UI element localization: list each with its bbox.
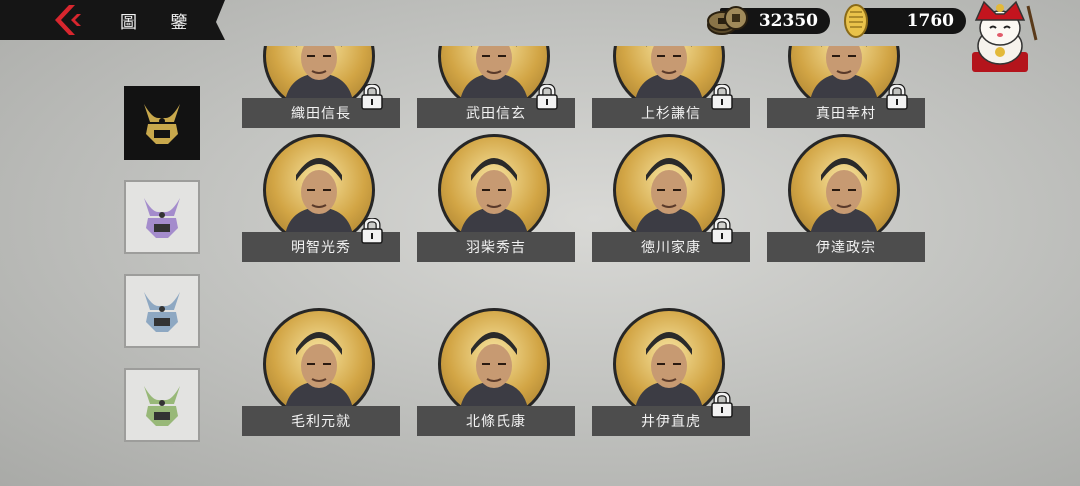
tab-purple[interactable] — [124, 180, 200, 254]
warlord-card[interactable]: 織田信長 — [242, 46, 400, 128]
warlord-card[interactable]: 毛利元就 — [242, 308, 400, 436]
page-title: 圖 鑒 — [120, 13, 202, 33]
warlord-card[interactable]: 徳川家康 — [592, 134, 750, 262]
warlord-portrait — [613, 308, 725, 420]
lock-icon — [711, 84, 733, 110]
warlord-card[interactable]: 真田幸村 — [767, 46, 925, 128]
warlord-portrait — [263, 134, 375, 246]
gold-koban-icon — [844, 4, 868, 38]
warlord-card[interactable]: 北條氏康 — [417, 308, 575, 436]
tab-gold[interactable] — [124, 86, 200, 160]
lock-icon — [711, 392, 733, 418]
warlord-portrait — [438, 308, 550, 420]
kabuto-helmet-blue-icon — [144, 292, 180, 332]
warlord-card[interactable]: 羽柴秀吉 — [417, 134, 575, 262]
gold-amount: 1760 — [906, 11, 954, 31]
lock-icon — [711, 218, 733, 244]
kabuto-helmet-green-icon — [144, 386, 180, 426]
back-arrow-icon — [55, 5, 81, 35]
kabuto-helmet-purple-icon — [144, 198, 180, 238]
kabuto-helmet-gold-icon — [144, 104, 180, 144]
warlord-card[interactable]: 上杉謙信 — [592, 46, 750, 128]
warlord-portrait — [438, 134, 550, 246]
warlord-name: 羽柴秀吉 — [417, 232, 575, 262]
warlord-portrait — [263, 308, 375, 420]
coin-amount: 32350 — [758, 11, 818, 31]
lucky-cat-mascot-icon[interactable] — [962, 0, 1040, 76]
warlord-card[interactable]: 明智光秀 — [242, 134, 400, 262]
warlord-card[interactable]: 伊達政宗 — [767, 134, 925, 262]
warlord-card[interactable]: 武田信玄 — [417, 46, 575, 128]
gold-counter: 1760 — [856, 8, 966, 34]
tab-green[interactable] — [124, 368, 200, 442]
warlord-grid: 織田信長 武田信玄 上杉謙信 真田幸村明智光秀 羽柴秀吉 徳川家康 伊達政宗毛利元就 北條氏康… — [230, 46, 950, 486]
lock-icon — [361, 84, 383, 110]
coin-stack-icon — [707, 6, 748, 35]
lock-icon — [536, 84, 558, 110]
warlord-name: 毛利元就 — [242, 406, 400, 436]
warlord-portrait — [788, 134, 900, 246]
lock-icon — [886, 84, 908, 110]
tab-blue[interactable] — [124, 274, 200, 348]
warlord-name: 北條氏康 — [417, 406, 575, 436]
back-button[interactable] — [48, 2, 84, 38]
warlord-portrait — [613, 134, 725, 246]
lock-icon — [361, 218, 383, 244]
warlord-card[interactable]: 井伊直虎 — [592, 308, 750, 436]
warlord-name: 伊達政宗 — [767, 232, 925, 262]
